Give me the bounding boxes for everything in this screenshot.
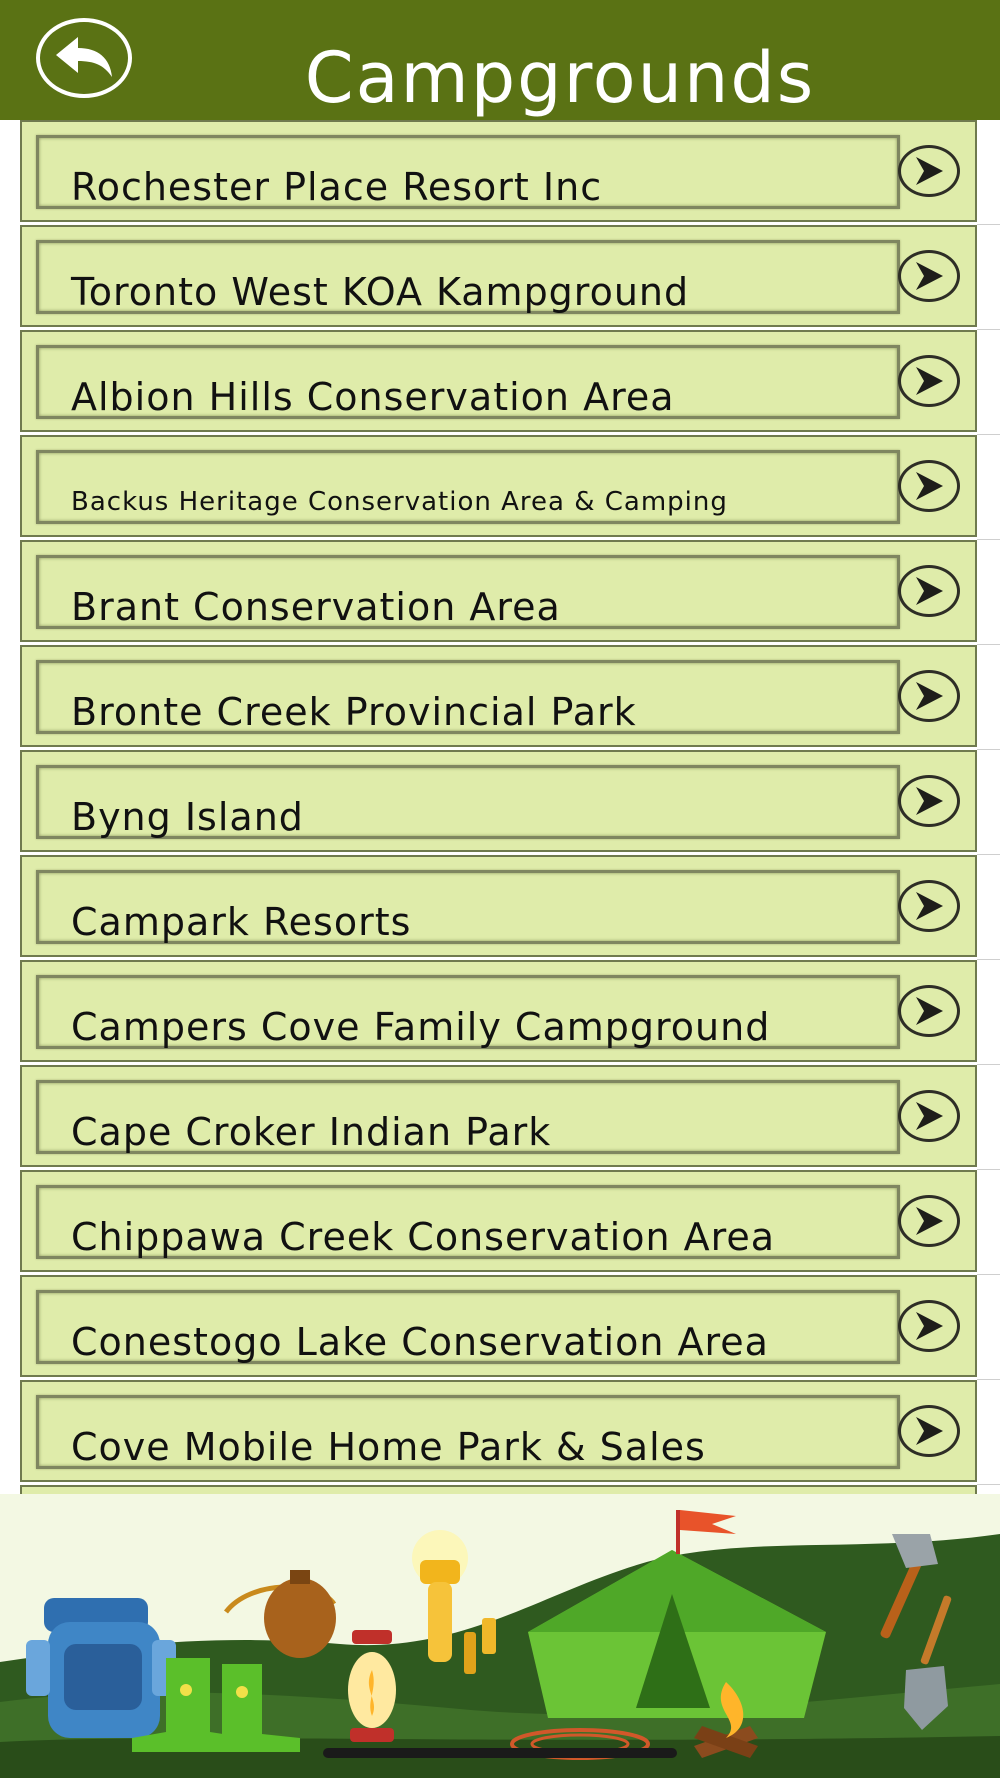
chevron-right-circle-icon[interactable] — [898, 1195, 960, 1247]
list-item-partial[interactable] — [20, 1485, 977, 1494]
list-item[interactable]: Bronte Creek Provincial Park — [20, 645, 977, 747]
list-item-frame: Backus Heritage Conservation Area & Camp… — [36, 450, 900, 524]
chevron-right-circle-icon[interactable] — [898, 670, 960, 722]
list-item[interactable]: Albion Hills Conservation Area — [20, 330, 977, 432]
list-item-frame: Byng Island — [36, 765, 900, 839]
chevron-right-circle-icon[interactable] — [898, 1300, 960, 1352]
chevron-right-circle-icon[interactable] — [898, 985, 960, 1037]
chevron-right-circle-icon[interactable] — [898, 145, 960, 197]
chevron-right-circle-icon[interactable] — [898, 1090, 960, 1142]
list-item-label: Byng Island — [71, 795, 304, 839]
list-item-label: Bronte Creek Provincial Park — [71, 690, 637, 734]
list-item-frame: Conestogo Lake Conservation Area — [36, 1290, 900, 1364]
list-item-frame: Cove Mobile Home Park & Sales — [36, 1395, 900, 1469]
chevron-right-circle-icon[interactable] — [898, 250, 960, 302]
list-item[interactable]: Rochester Place Resort Inc — [20, 120, 977, 222]
list-item-label: Rochester Place Resort Inc — [71, 165, 603, 209]
list-item-frame: Brant Conservation Area — [36, 555, 900, 629]
list-item-frame: Toronto West KOA Kampground — [36, 240, 900, 314]
list-item-label: Chippawa Creek Conservation Area — [71, 1215, 776, 1259]
back-button[interactable] — [36, 18, 132, 98]
list-item[interactable]: Conestogo Lake Conservation Area — [20, 1275, 977, 1377]
list-item-label: Conestogo Lake Conservation Area — [71, 1320, 769, 1364]
list-item-frame: Rochester Place Resort Inc — [36, 135, 900, 209]
chevron-right-circle-icon[interactable] — [898, 565, 960, 617]
list-item-label: Cape Croker Indian Park — [71, 1110, 552, 1154]
list-item[interactable]: Byng Island — [20, 750, 977, 852]
list-item-frame: Campark Resorts — [36, 870, 900, 944]
list-item-frame: Chippawa Creek Conservation Area — [36, 1185, 900, 1259]
list-item-label: Campark Resorts — [71, 900, 412, 944]
list-item[interactable]: Chippawa Creek Conservation Area — [20, 1170, 977, 1272]
list-item-frame: Albion Hills Conservation Area — [36, 345, 900, 419]
chevron-right-circle-icon[interactable] — [898, 1405, 960, 1457]
list-edge — [977, 120, 1000, 1494]
list-item[interactable]: Cape Croker Indian Park — [20, 1065, 977, 1167]
list-item-label: Cove Mobile Home Park & Sales — [71, 1425, 706, 1469]
list-item-label: Campers Cove Family Campground — [71, 1005, 771, 1049]
header-bar: Campgrounds — [0, 0, 1000, 120]
list-item-frame: Cape Croker Indian Park — [36, 1080, 900, 1154]
camping-illustration — [0, 1494, 1000, 1778]
chevron-right-circle-icon[interactable] — [898, 460, 960, 512]
backpack-icon — [26, 1598, 176, 1738]
home-indicator[interactable] — [323, 1748, 677, 1758]
list-item-label: Backus Heritage Conservation Area & Camp… — [71, 487, 728, 517]
list-item[interactable]: Backus Heritage Conservation Area & Camp… — [20, 435, 977, 537]
list-item[interactable]: Brant Conservation Area — [20, 540, 977, 642]
list-item-frame: Bronte Creek Provincial Park — [36, 660, 900, 734]
chevron-right-circle-icon[interactable] — [898, 880, 960, 932]
list-item[interactable]: Cove Mobile Home Park & Sales — [20, 1380, 977, 1482]
camping-scene — [0, 1510, 1000, 1778]
list-item[interactable]: Toronto West KOA Kampground — [20, 225, 977, 327]
back-arrow-icon — [56, 37, 112, 77]
page-title: Campgrounds — [304, 37, 816, 119]
list-item-label: Albion Hills Conservation Area — [71, 375, 675, 419]
list-item-frame: Campers Cove Family Campground — [36, 975, 900, 1049]
list-item-label: Brant Conservation Area — [71, 585, 561, 629]
campground-list: Rochester Place Resort Inc Toronto West … — [20, 120, 977, 1494]
list-item[interactable]: Campers Cove Family Campground — [20, 960, 977, 1062]
list-item[interactable]: Campark Resorts — [20, 855, 977, 957]
list-item-label: Toronto West KOA Kampground — [71, 270, 690, 314]
flag-icon — [676, 1510, 736, 1554]
chevron-right-circle-icon[interactable] — [898, 775, 960, 827]
chevron-right-circle-icon[interactable] — [898, 355, 960, 407]
